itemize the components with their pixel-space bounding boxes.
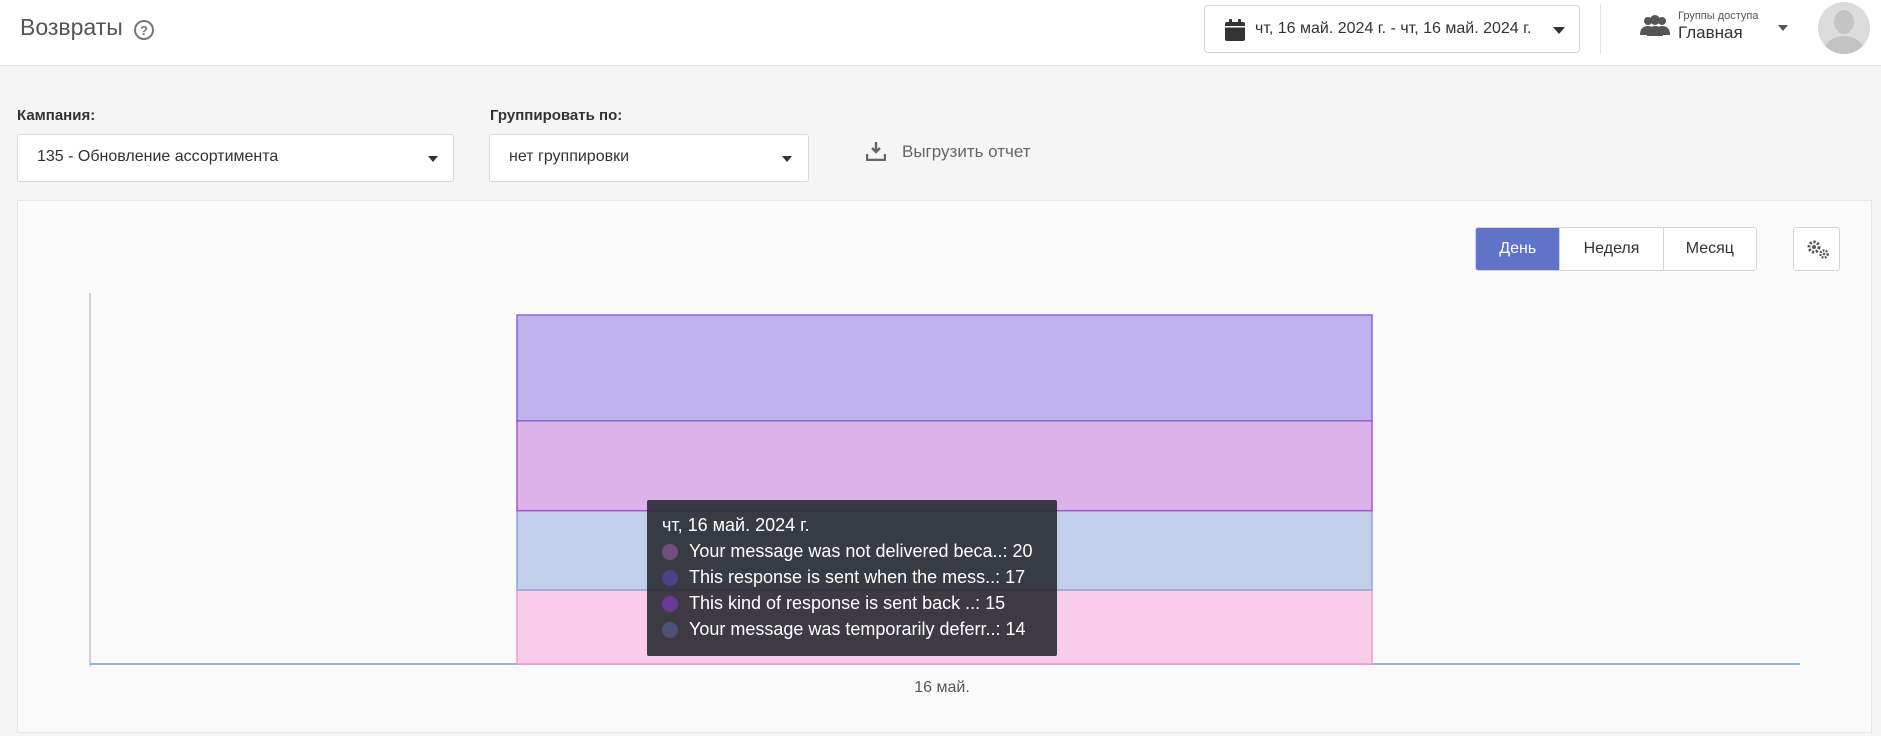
- tooltip-title: чт, 16 май. 2024 г.: [662, 515, 810, 535]
- bar-segment-3[interactable]: [516, 420, 1373, 512]
- series-dot: [662, 544, 678, 560]
- tooltip-row-text: Your message was temporarily deferr..: 1…: [689, 619, 1026, 639]
- x-tick-label: 16 май.: [914, 679, 970, 696]
- series-dot: [662, 570, 678, 586]
- series-dot: [662, 622, 678, 638]
- chart-tooltip: чт, 16 май. 2024 г. Your message was not…: [647, 500, 1057, 656]
- tooltip-row-text: Your message was not delivered beca..: 2…: [689, 541, 1033, 561]
- tooltip-row: Your message was temporarily deferr..: 1…: [662, 616, 1042, 642]
- series-dot: [662, 596, 678, 612]
- tooltip-row-text: This response is sent when the mess..: 1…: [689, 567, 1026, 587]
- tooltip-row-text: This kind of response is sent back ..: 1…: [689, 593, 1006, 613]
- tooltip-row: This kind of response is sent back ..: 1…: [662, 590, 1042, 616]
- bar-segment-4[interactable]: [516, 314, 1373, 422]
- tooltip-row: This response is sent when the mess..: 1…: [662, 564, 1042, 590]
- tooltip-row: Your message was not delivered beca..: 2…: [662, 538, 1042, 564]
